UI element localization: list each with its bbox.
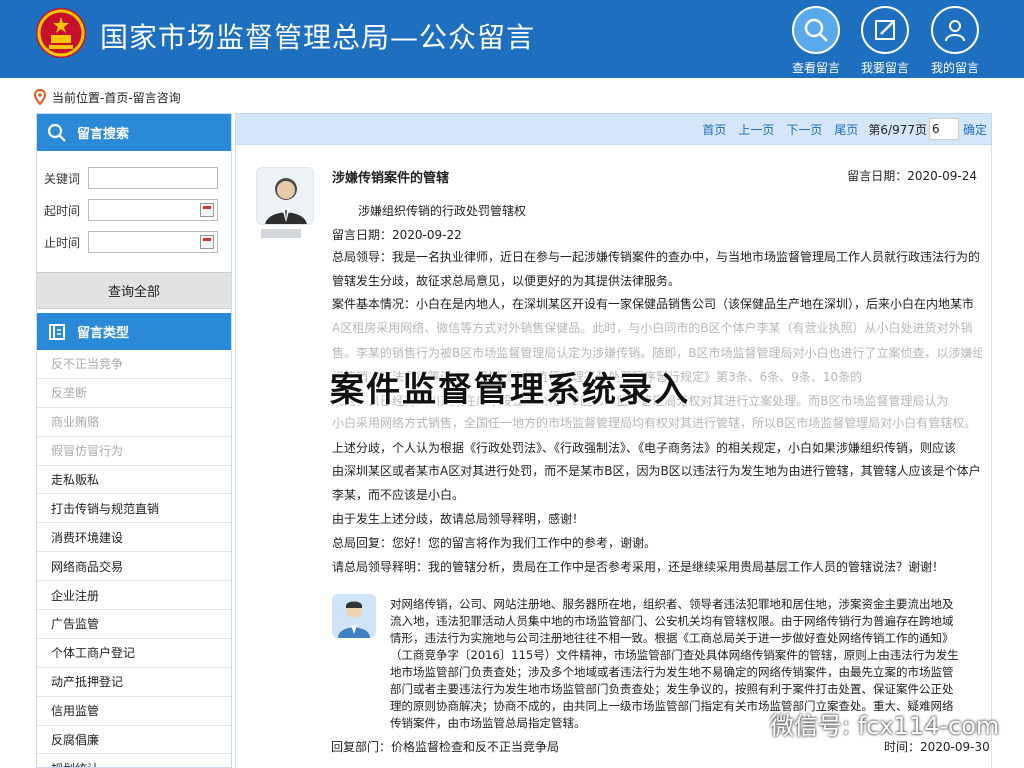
message-line: A区租房采用网络、微信等方式对外销售保健品。此时，与小白同市的B区个体户李某（有… bbox=[332, 321, 973, 335]
search-panel-header: 留言搜索 bbox=[37, 114, 231, 151]
sidebar-item-type[interactable]: 打击传销与规范直销 bbox=[37, 494, 231, 524]
view-messages-button[interactable]: 查看留言 bbox=[786, 6, 846, 75]
message-types-header: 留言类型 bbox=[37, 313, 231, 350]
reply-line: （工商竞争字〔2016〕115号）文件精神，市场监管部门查处具体网络传销案件的管… bbox=[390, 648, 959, 662]
sidebar-item-type[interactable]: 反不正当竞争 bbox=[37, 350, 231, 379]
keyword-label: 关键词 bbox=[44, 171, 81, 186]
message-line: 留言日期：2020-09-22 bbox=[332, 228, 462, 242]
message-line: 总局回复：您好！您的留言将作为我们工作中的参考，谢谢。 bbox=[332, 536, 657, 550]
avatar bbox=[256, 167, 314, 225]
first-page-link[interactable]: 首页 bbox=[702, 121, 726, 138]
prev-page-link[interactable]: 上一页 bbox=[738, 121, 774, 138]
user-icon bbox=[931, 6, 979, 54]
start-time-label: 起时间 bbox=[44, 203, 81, 218]
confirm-page-button[interactable]: 确定 bbox=[963, 121, 987, 138]
reply-department: 回复部门：价格监督检查和反不正当竞争局 bbox=[331, 740, 560, 754]
sidebar-item-type[interactable]: 商业贿赂 bbox=[37, 408, 231, 437]
post-message-button[interactable]: 我要留言 bbox=[855, 6, 915, 75]
next-page-link[interactable]: 下一页 bbox=[786, 121, 822, 138]
search-panel-title: 留言搜索 bbox=[77, 127, 130, 142]
reply-line: 对网络传销，公司、网站注册地、服务器所在地，组织者、领导者违法犯罪地和居住地，涉… bbox=[390, 597, 954, 611]
watermark-text: 微信号: fcx114-com bbox=[770, 712, 1000, 740]
message-line: 总局领导：我是一名执业律师，近日在参与一起涉嫌传销案件的查办中，与当地市场监督管… bbox=[332, 250, 981, 264]
national-emblem-icon bbox=[36, 8, 86, 58]
page-number-input[interactable]: 6 bbox=[928, 118, 959, 140]
sidebar-item-type[interactable]: 反垄断 bbox=[37, 379, 231, 408]
message-date: 留言日期：2020-09-24 bbox=[847, 169, 977, 183]
query-all-button[interactable]: 查询全部 bbox=[37, 272, 231, 309]
sidebar-item-type[interactable]: 广告监管 bbox=[37, 610, 231, 639]
calendar-icon[interactable] bbox=[200, 235, 214, 249]
start-time-input[interactable] bbox=[88, 199, 218, 221]
sidebar-item-type[interactable]: 个体工商户登记 bbox=[37, 639, 231, 668]
edit-icon bbox=[861, 6, 909, 54]
sidebar-item-type[interactable]: 反腐倡廉 bbox=[37, 726, 231, 755]
search-form: 关键词 起时间 止时间 bbox=[37, 151, 231, 258]
wechat-icon bbox=[732, 712, 761, 734]
overlay-title: 案件监督管理系统录入 bbox=[330, 370, 690, 410]
location-pin-icon bbox=[34, 89, 46, 105]
site-header: 国家市场监督管理总局—公众留言 查看留言 我要留言 我的留言 bbox=[0, 0, 1024, 78]
my-messages-label: 我的留言 bbox=[930, 61, 979, 75]
sidebar-item-type[interactable]: 走私贩私 bbox=[37, 466, 231, 495]
last-page-link[interactable]: 尾页 bbox=[834, 121, 858, 138]
page-info: 第6/977页 bbox=[868, 122, 927, 137]
official-avatar-icon bbox=[338, 601, 370, 638]
reply-avatar bbox=[332, 594, 376, 638]
sidebar-item-type[interactable]: 规划统计 bbox=[37, 754, 231, 767]
user-avatar-icon bbox=[265, 178, 307, 224]
message-line: 案件基本情况：小白在是内地人，在深圳某区开设有一家保健品销售公司（该保健品生产地… bbox=[332, 297, 975, 311]
sidebar-item-type[interactable]: 信用监管 bbox=[37, 697, 231, 726]
end-time-input[interactable] bbox=[88, 231, 218, 253]
keyword-input[interactable] bbox=[88, 167, 218, 189]
breadcrumb-text: 当前位置-首页-留言咨询 bbox=[52, 90, 181, 105]
message-subtitle: 涉嫌组织传销的行政处罚管辖权 bbox=[358, 204, 527, 218]
sidebar-item-type[interactable]: 假冒仿冒行为 bbox=[37, 437, 231, 466]
message-line: 由于发生上述分歧，故请总局领导释明，感谢！ bbox=[332, 512, 585, 526]
reply-line: 情形，违法行为实施地与公司注册地往往不相一致。根据《工商总局关于进一步做好查处网… bbox=[390, 631, 954, 645]
sidebar-item-type[interactable]: 消费环境建设 bbox=[37, 523, 231, 553]
site-title: 国家市场监督管理总局—公众留言 bbox=[100, 21, 536, 54]
post-message-label: 我要留言 bbox=[860, 61, 909, 75]
message-line: 管辖发生分歧，故征求总局意见，以便更好的为其提供法律服务。 bbox=[332, 274, 681, 288]
book-icon bbox=[49, 323, 65, 340]
message-line: 李某，而不应该是小白。 bbox=[332, 488, 465, 502]
message-line: 上述分歧，个人认为根据《行政处罚法》、《行政强制法》、《电子商务法》的相关规定，… bbox=[332, 441, 957, 455]
reply-line: 部门或者主要违法行为发生地市场监管部门负责查处；发生争议的，按照有利于案件打击处… bbox=[390, 682, 954, 696]
sidebar: 留言搜索 关键词 起时间 止时间 查询全部 留言类型 反不正当竞争 反垄断 商业贿赂… bbox=[36, 113, 232, 768]
my-messages-button[interactable]: 我的留言 bbox=[925, 6, 985, 75]
view-messages-label: 查看留言 bbox=[791, 61, 840, 75]
pagination: 首页 上一页 下一页 尾页 第6/977页 6 确定 bbox=[235, 113, 992, 145]
reply-line: 流入地，违法犯罪活动人员集中地的市场监管部门、公安机关均有管辖权限。由于网络传销… bbox=[390, 614, 954, 628]
message-title: 涉嫌传销案件的管辖 bbox=[332, 171, 450, 186]
wechat-watermark: 微信号: fcx114-com bbox=[732, 706, 999, 741]
message-line: 请总局领导释明：我的管辖分析，贵局在工作中是否参考采用，还是继续采用贵局基层工作… bbox=[332, 560, 945, 574]
sidebar-item-type[interactable]: 网络商品交易 bbox=[37, 552, 231, 582]
search-icon bbox=[47, 123, 66, 142]
avatar-caption-redacted bbox=[261, 229, 301, 238]
sidebar-item-type[interactable]: 动产抵押登记 bbox=[37, 668, 231, 697]
sidebar-item-type[interactable]: 企业注册 bbox=[37, 581, 231, 611]
reply-line: 地市场监管部门负责查处；涉及多个地域或者违法行为发生地不易确定的网络传销案件，由… bbox=[390, 665, 954, 679]
message-line: 小白采用网络方式销售，全国任一地方的市场监督管理局均有权对其进行管辖，所以B区市… bbox=[332, 416, 977, 430]
message-types-title: 留言类型 bbox=[77, 326, 130, 341]
breadcrumb: 当前位置-首页-留言咨询 bbox=[34, 88, 181, 106]
message-type-list: 反不正当竞争 反垄断 商业贿赂 假冒仿冒行为 走私贩私 打击传销与规范直销 消费环境建设 网络… bbox=[37, 350, 231, 767]
message-line: 由深圳某区或者某市A区对其进行处罚，而不是某市B区，因为B区以违法行为发生地为由… bbox=[332, 464, 981, 478]
end-time-label: 止时间 bbox=[44, 235, 81, 250]
search-icon bbox=[792, 6, 840, 54]
calendar-icon[interactable] bbox=[200, 203, 214, 217]
